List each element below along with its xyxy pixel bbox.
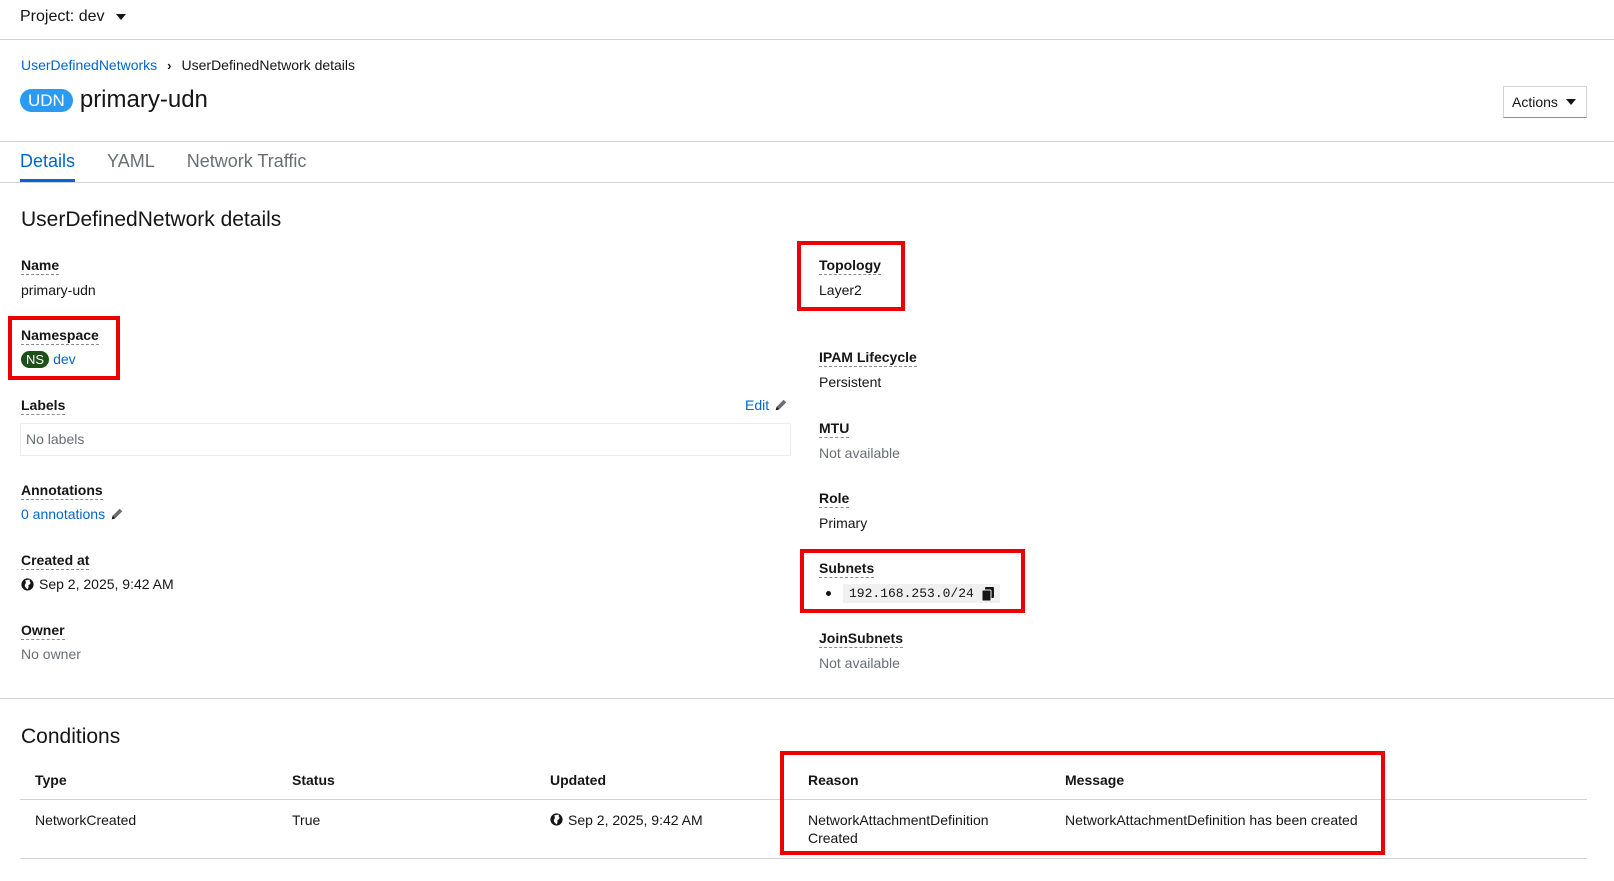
topology-value: Layer2 (819, 282, 862, 298)
created-at-label: Created at (21, 552, 90, 570)
bullet (826, 591, 831, 596)
namespace-value: NS dev (21, 351, 76, 368)
namespace-link[interactable]: dev (53, 351, 76, 367)
namespace-badge: NS (21, 351, 50, 368)
resource-badge: UDN (20, 88, 73, 112)
topology-label: Topology (819, 257, 881, 275)
conditions-table: Type Status Updated Reason Message Netwo… (20, 762, 1587, 859)
highlight-box-topology (797, 241, 905, 311)
cell-type: NetworkCreated (20, 799, 277, 859)
page-header: UDN primary-udn (20, 86, 208, 114)
edit-label: Edit (745, 397, 770, 413)
copy-icon[interactable] (981, 586, 994, 601)
breadcrumb-current: UserDefinedNetwork details (181, 57, 356, 73)
subnet-value: 192.168.253.0/24 (849, 586, 974, 601)
pencil-icon (775, 399, 787, 411)
cell-updated: Sep 2, 2025, 9:42 AM (535, 799, 793, 859)
owner-label: Owner (21, 622, 65, 640)
ipam-lifecycle-label: IPAM Lifecycle (819, 349, 917, 367)
role-value: Primary (819, 515, 868, 531)
labels-box: No labels (20, 423, 791, 456)
tab-details[interactable]: Details (20, 145, 76, 182)
globe-icon (21, 577, 34, 591)
divider (0, 698, 1614, 699)
annotations-link[interactable]: 0 annotations (21, 506, 105, 522)
breadcrumb-link-userdefinednetworks[interactable]: UserDefinedNetworks (21, 57, 157, 73)
name-label: Name (21, 257, 60, 275)
globe-icon (550, 813, 563, 826)
project-selector[interactable]: Project: dev (20, 8, 127, 26)
tab-network-traffic[interactable]: Network Traffic (187, 145, 307, 182)
caret-down-icon (1566, 99, 1576, 105)
column-header-updated: Updated (535, 762, 793, 800)
namespace-label: Namespace (21, 327, 99, 345)
cell-message: NetworkAttachmentDefinition has been cre… (1050, 799, 1587, 859)
table-header-row: Type Status Updated Reason Message (20, 762, 1587, 800)
subnet-list-item: 192.168.253.0/24 (826, 584, 1000, 603)
project-bar: Project: dev (0, 0, 1614, 40)
tab-bar: Details YAML Network Traffic (20, 145, 338, 182)
owner-value: No owner (21, 646, 81, 662)
highlight-box-namespace (8, 316, 120, 380)
subnet-code-chip: 192.168.253.0/24 (843, 584, 1000, 603)
joinsubnets-label: JoinSubnets (819, 630, 904, 648)
column-header-reason: Reason (793, 762, 1050, 800)
annotations-label: Annotations (21, 482, 103, 500)
column-header-status: Status (277, 762, 535, 800)
highlight-box-subnets (800, 549, 1025, 613)
tab-yaml[interactable]: YAML (107, 145, 155, 182)
labels-value: No labels (26, 431, 85, 447)
conditions-title: Conditions (21, 725, 121, 748)
column-header-message: Message (1050, 762, 1587, 800)
chevron-right-icon: › (167, 57, 172, 73)
ipam-lifecycle-value: Persistent (819, 374, 882, 390)
breadcrumb: UserDefinedNetworks › UserDefinedNetwork… (21, 57, 355, 73)
subnets-label: Subnets (819, 560, 875, 578)
mtu-label: MTU (819, 420, 850, 438)
name-value: primary-udn (21, 282, 96, 298)
column-header-type: Type (20, 762, 277, 800)
divider (0, 182, 1614, 183)
project-label: Project: dev (20, 8, 105, 25)
divider (0, 141, 1614, 142)
cell-status: True (277, 799, 535, 859)
role-label: Role (819, 490, 850, 508)
cell-updated-text: Sep 2, 2025, 9:42 AM (568, 811, 703, 828)
created-at-text: Sep 2, 2025, 9:42 AM (39, 576, 174, 592)
cell-reason-line1: NetworkAttachmentDefinition (808, 811, 989, 828)
labels-edit-button[interactable]: Edit (745, 397, 788, 413)
page-title: primary-udn (79, 86, 208, 113)
pencil-icon[interactable] (110, 507, 124, 521)
table-row: NetworkCreated True Sep 2, 2025, 9:42 AM… (20, 799, 1587, 859)
annotations-value: 0 annotations (21, 506, 124, 522)
mtu-value: Not available (819, 445, 900, 461)
actions-label: Actions (1512, 94, 1558, 110)
created-at-value: Sep 2, 2025, 9:42 AM (21, 576, 174, 592)
joinsubnets-value: Not available (819, 655, 900, 671)
labels-label: Labels (21, 397, 66, 415)
actions-dropdown-button[interactable]: Actions (1503, 86, 1587, 118)
cell-reason: NetworkAttachmentDefinition Created (793, 799, 1050, 859)
caret-down-icon (116, 14, 127, 20)
details-section-title: UserDefinedNetwork details (21, 208, 282, 231)
cell-reason-line2: Created (808, 829, 858, 846)
